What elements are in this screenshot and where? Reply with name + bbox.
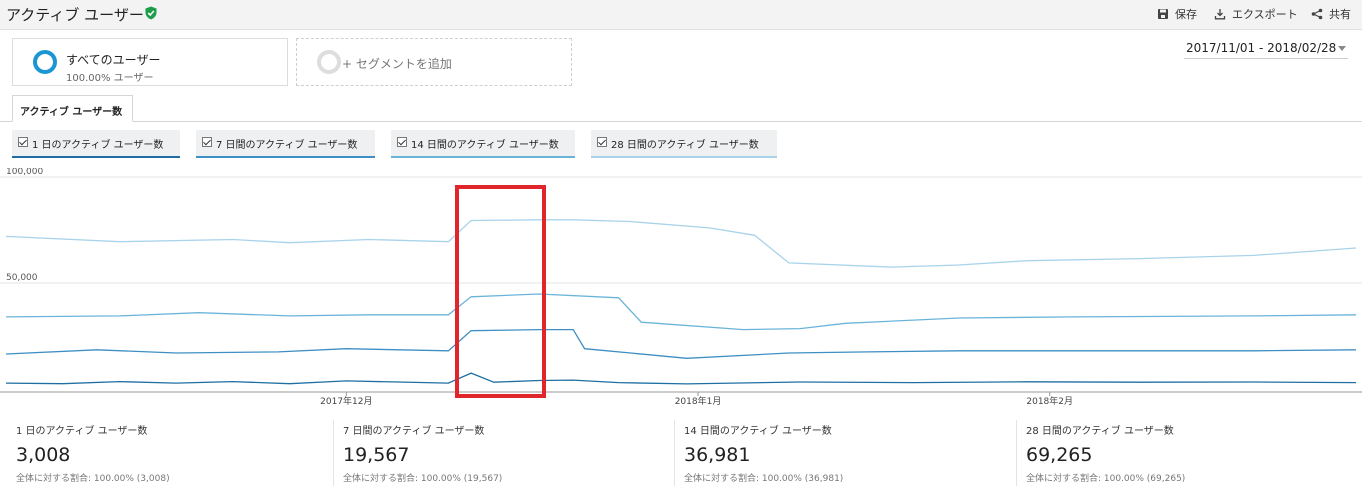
- metric-color-bar: [12, 156, 180, 158]
- stat-share: 全体に対する割合: 100.00% (36,981): [684, 474, 844, 484]
- segment-percent: 100.00% ユーザー: [66, 73, 154, 84]
- download-icon: [1214, 9, 1226, 20]
- checkbox-checked-icon[interactable]: [18, 137, 28, 147]
- metric-toggle-14day[interactable]: 14 日間のアクティブ ユーザー数: [391, 130, 575, 158]
- stat-share: 全体に対する割合: 100.00% (69,265): [1026, 474, 1186, 484]
- y-tick-label: 50,000: [6, 273, 38, 283]
- stat-14day: 14 日間のアクティブ ユーザー数 36,981 全体に対する割合: 100.0…: [684, 422, 843, 492]
- stat-label: 7 日間のアクティブ ユーザー数: [343, 426, 485, 437]
- segment-color-ring-icon: [33, 50, 57, 74]
- metric-toggle-7day[interactable]: 7 日間のアクティブ ユーザー数: [196, 130, 375, 158]
- empty-segment-ring-icon: [317, 50, 341, 74]
- date-range-picker[interactable]: 2017/11/01 - 2018/02/28: [1186, 41, 1336, 55]
- highlight-annotation-box: [455, 185, 546, 398]
- export-label: エクスポート: [1232, 8, 1298, 21]
- report-header: アクティブ ユーザー 保存 エクスポート 共有: [0, 0, 1362, 30]
- checkbox-checked-icon[interactable]: [597, 137, 607, 147]
- export-button[interactable]: エクスポート: [1214, 6, 1298, 22]
- checkbox-checked-icon[interactable]: [202, 137, 212, 147]
- verified-shield-icon: [145, 6, 157, 20]
- stat-value: 36,981: [684, 444, 751, 466]
- metric-toggle-label: 14 日間のアクティブ ユーザー数: [411, 140, 559, 151]
- x-tick-label: 2018年1月: [675, 395, 722, 407]
- summary-stats: 1 日のアクティブ ユーザー数 3,008 全体に対する割合: 100.00% …: [0, 412, 1362, 495]
- save-label: 保存: [1175, 8, 1197, 21]
- tab-active-users[interactable]: アクティブ ユーザー数: [12, 95, 133, 122]
- share-icon: [1311, 8, 1323, 20]
- add-segment-button[interactable]: + セグメントを追加: [296, 38, 572, 86]
- stat-value: 3,008: [16, 444, 71, 466]
- active-users-line-chart: 100,000 50,000 2017年12月 2018年1月 2018年2月: [0, 168, 1362, 407]
- share-button[interactable]: 共有: [1311, 6, 1351, 22]
- stat-divider: [674, 420, 675, 486]
- stat-label: 14 日間のアクティブ ユーザー数: [684, 426, 832, 437]
- add-segment-label: + セグメントを追加: [342, 57, 452, 71]
- stat-label: 28 日間のアクティブ ユーザー数: [1026, 426, 1174, 437]
- stat-28day: 28 日間のアクティブ ユーザー数 69,265 全体に対する割合: 100.0…: [1026, 422, 1185, 492]
- metric-toggle-28day[interactable]: 28 日間のアクティブ ユーザー数: [591, 130, 777, 158]
- stat-1day: 1 日のアクティブ ユーザー数 3,008 全体に対する割合: 100.00% …: [16, 422, 170, 492]
- stat-label: 1 日のアクティブ ユーザー数: [16, 426, 148, 437]
- stat-value: 19,567: [343, 444, 410, 466]
- metric-toggle-1day[interactable]: 1 日のアクティブ ユーザー数: [12, 130, 180, 158]
- page-title: アクティブ ユーザー: [6, 6, 144, 24]
- series-line: [5, 293, 1357, 331]
- date-range-underline: [1184, 58, 1348, 59]
- tab-strip-divider: [0, 121, 1362, 122]
- checkbox-checked-icon[interactable]: [397, 137, 407, 147]
- metric-toggle-label: 7 日間のアクティブ ユーザー数: [216, 140, 358, 151]
- series-line: [5, 328, 1357, 359]
- metric-color-bar: [591, 156, 777, 158]
- segment-all-users[interactable]: すべてのユーザー 100.00% ユーザー: [12, 38, 288, 86]
- stat-value: 69,265: [1026, 444, 1093, 466]
- metric-toggle-label: 1 日のアクティブ ユーザー数: [32, 140, 164, 151]
- share-label: 共有: [1329, 8, 1351, 21]
- caret-down-icon[interactable]: [1338, 46, 1346, 51]
- save-button[interactable]: 保存: [1157, 6, 1197, 22]
- metric-toggle-label: 28 日間のアクティブ ユーザー数: [611, 140, 759, 151]
- stat-7day: 7 日間のアクティブ ユーザー数 19,567 全体に対する割合: 100.00…: [343, 422, 502, 492]
- metric-color-bar: [196, 156, 375, 158]
- stat-divider: [1016, 420, 1017, 486]
- x-tick-label: 2017年12月: [320, 395, 372, 407]
- save-icon: [1158, 9, 1168, 19]
- series-line: [5, 219, 1357, 268]
- stat-share: 全体に対する割合: 100.00% (19,567): [343, 474, 503, 484]
- series-line: [5, 372, 1357, 385]
- y-tick-label: 100,000: [6, 168, 43, 177]
- x-tick-label: 2018年2月: [1026, 395, 1073, 407]
- stat-divider: [333, 420, 334, 486]
- segment-name: すべてのユーザー: [66, 53, 161, 67]
- stat-share: 全体に対する割合: 100.00% (3,008): [16, 474, 170, 484]
- metric-color-bar: [391, 156, 575, 158]
